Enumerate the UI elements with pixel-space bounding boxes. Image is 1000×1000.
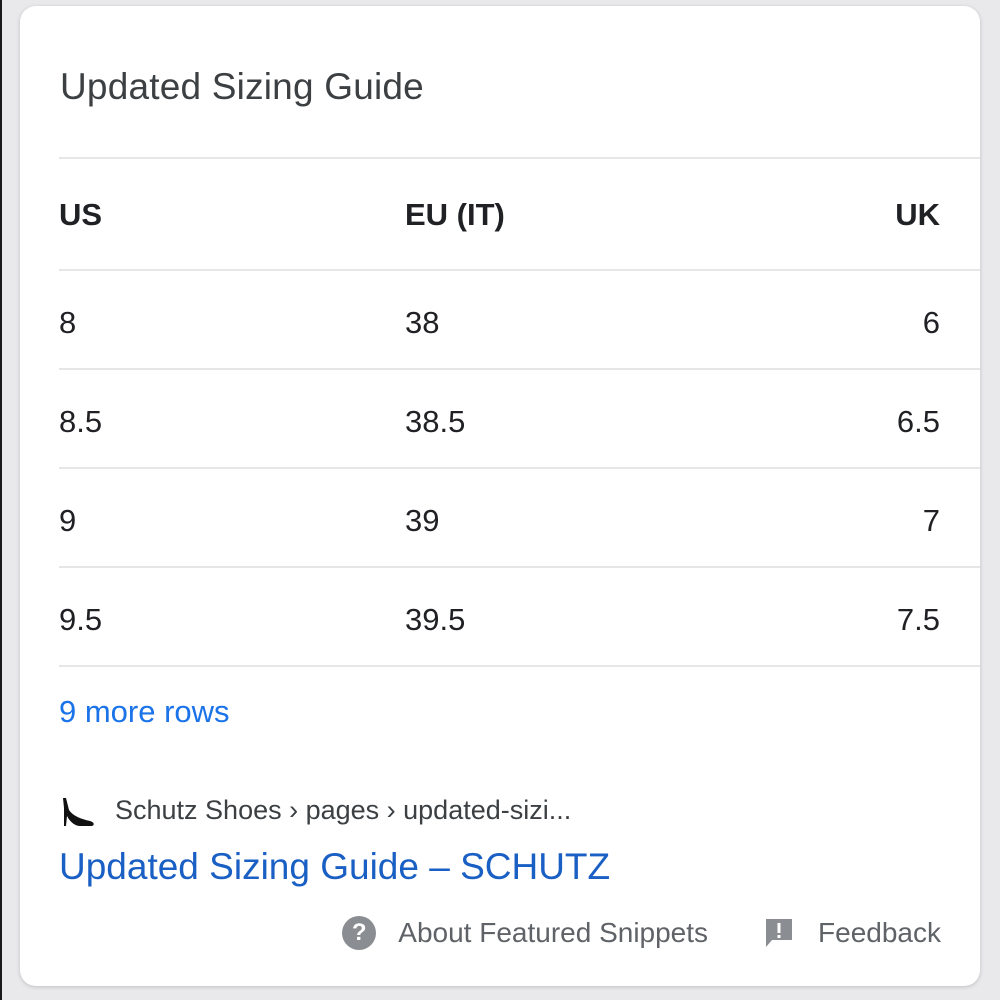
table-header-row: US EU (IT) UK <box>59 197 940 237</box>
snippet-title: Updated Sizing Guide <box>60 66 424 107</box>
table-row: 8.5 38.5 6.5 <box>59 404 940 444</box>
table-row: 9 39 7 <box>59 503 940 543</box>
divider <box>59 269 980 271</box>
divider <box>59 467 980 469</box>
cell-eu: 39.5 <box>405 602 466 637</box>
cell-us: 8.5 <box>59 404 103 439</box>
cell-us: 9.5 <box>59 602 103 637</box>
feedback-button[interactable]: Feedback <box>762 916 941 950</box>
cell-uk: 7.5 <box>896 602 940 637</box>
cell-us: 9 <box>59 503 77 538</box>
cell-eu: 38 <box>405 305 440 340</box>
divider <box>59 665 980 667</box>
cell-uk: 6 <box>922 305 940 340</box>
cell-uk: 6.5 <box>896 404 940 439</box>
source-breadcrumb: Schutz Shoes › pages › updated-sizi... <box>115 794 572 825</box>
question-circle-icon: ? <box>342 916 377 950</box>
cell-uk: 7 <box>922 503 940 538</box>
snippet-footer: ? About Featured Snippets Feedback <box>342 911 941 955</box>
high-heel-shoe-icon <box>63 798 94 826</box>
table-row: 9.5 39.5 7.5 <box>59 602 940 642</box>
feedback-flag-icon <box>766 919 793 947</box>
featured-snippet-card: Updated Sizing Guide US EU (IT) UK 8 38 … <box>20 6 980 986</box>
divider <box>59 566 980 568</box>
divider <box>59 157 980 159</box>
column-header-uk: UK <box>895 197 940 232</box>
column-header-us: US <box>59 197 103 232</box>
divider <box>59 368 980 370</box>
about-featured-snippets-label: About Featured Snippets <box>398 917 709 948</box>
cell-us: 8 <box>59 305 77 340</box>
cell-eu: 38.5 <box>405 404 466 439</box>
feedback-label: Feedback <box>818 917 941 948</box>
column-header-eu: EU (IT) <box>405 197 505 232</box>
result-title-link[interactable]: Updated Sizing Guide – SCHUTZ <box>59 846 610 888</box>
table-row: 8 38 6 <box>59 305 940 345</box>
cell-eu: 39 <box>405 503 440 538</box>
more-rows-link[interactable]: 9 more rows <box>59 694 230 730</box>
source-breadcrumb-row[interactable]: Schutz Shoes › pages › updated-sizi... <box>57 792 571 828</box>
about-featured-snippets-button[interactable]: ? About Featured Snippets <box>342 916 708 950</box>
screen-edge <box>0 0 2 1000</box>
